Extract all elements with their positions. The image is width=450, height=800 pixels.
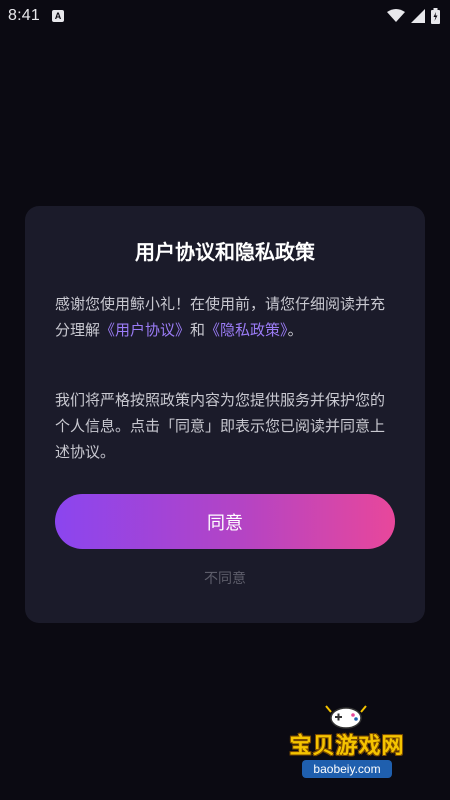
- disagree-button[interactable]: 不同意: [175, 566, 275, 592]
- notification-icon: A: [51, 10, 64, 22]
- dialog-consent-paragraph: 我们将严格按照政策内容为您提供服务并保护您的个人信息。点击「同意」即表示您已阅读…: [55, 391, 386, 461]
- signal-icon: [411, 9, 425, 23]
- wifi-icon: [387, 9, 405, 22]
- intro-conjunction: 和: [190, 321, 206, 339]
- user-agreement-link[interactable]: 《用户协议》: [100, 321, 190, 339]
- watermark-url: baobeiy.com: [302, 760, 392, 778]
- status-left: 8:41 A: [8, 7, 64, 25]
- dialog-title: 用户协议和隐私政策: [135, 240, 315, 264]
- agree-button[interactable]: 同意: [55, 494, 395, 549]
- gamepad-logo-icon: [325, 705, 367, 729]
- watermark: 宝贝游戏网 baobeiy.com: [272, 702, 422, 782]
- dialog-intro-paragraph: 感谢您使用鲸小礼！在使用前，请您仔细阅读并充分理解《用户协议》和《隐私政策》。: [55, 291, 395, 343]
- intro-end: 。: [287, 321, 303, 339]
- status-time: 8:41: [8, 7, 40, 24]
- status-right: [387, 8, 440, 24]
- battery-icon: [431, 8, 440, 24]
- status-bar: 8:41 A: [0, 0, 450, 32]
- watermark-title: 宝贝游戏网: [289, 734, 405, 759]
- privacy-policy-link[interactable]: 《隐私政策》: [205, 321, 288, 339]
- privacy-dialog: 用户协议和隐私政策 感谢您使用鲸小礼！在使用前，请您仔细阅读并充分理解《用户协议…: [25, 206, 425, 623]
